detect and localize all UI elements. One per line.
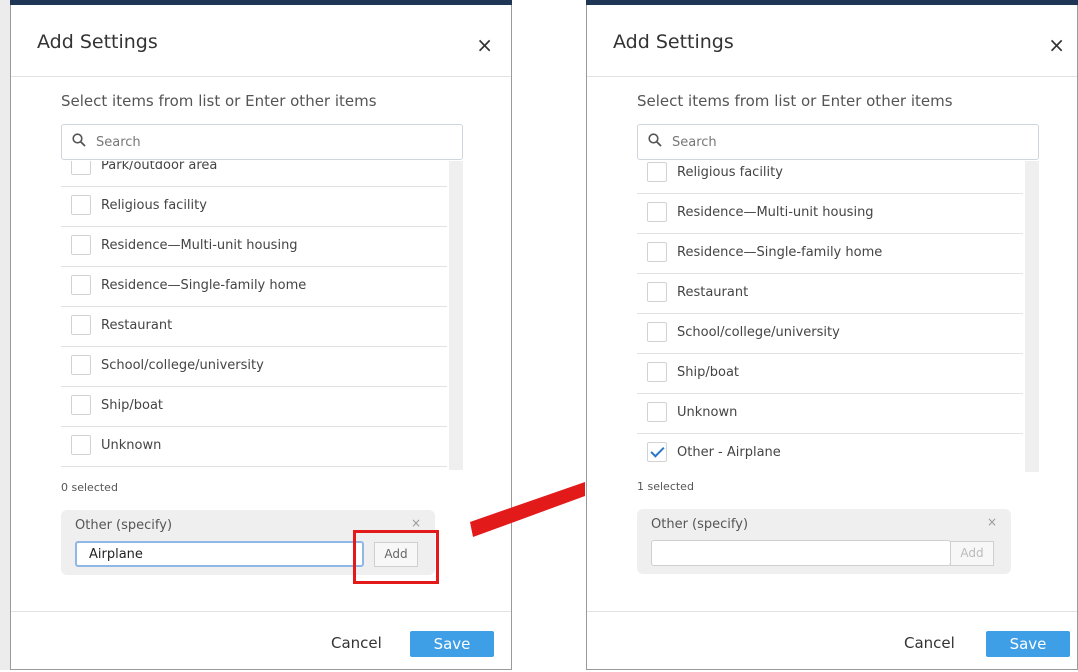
- list-item-label: Religious facility: [101, 198, 207, 213]
- list-item[interactable]: Ship/boat: [61, 387, 447, 427]
- save-button[interactable]: Save: [986, 631, 1070, 657]
- other-specify-input[interactable]: [75, 541, 364, 567]
- checkbox[interactable]: [647, 282, 667, 302]
- cancel-button[interactable]: Cancel: [904, 634, 955, 652]
- list-item[interactable]: Restaurant: [637, 274, 1023, 314]
- list-item[interactable]: Unknown: [61, 427, 447, 467]
- search-placeholder: Search: [672, 135, 717, 150]
- list-item[interactable]: Unknown: [637, 394, 1023, 434]
- dialog-header: Add Settings ×: [11, 1, 511, 77]
- list-item-label: Park/outdoor area: [101, 161, 218, 173]
- other-specify-label: Other (specify): [651, 517, 749, 532]
- search-input[interactable]: Search: [61, 124, 463, 160]
- list-item-label: School/college/university: [677, 325, 840, 340]
- checkbox[interactable]: [647, 162, 667, 182]
- checkbox[interactable]: [71, 315, 91, 335]
- checkbox[interactable]: [71, 161, 91, 175]
- dialog-title: Add Settings: [37, 31, 158, 53]
- list-item-label: Restaurant: [101, 318, 173, 333]
- checkbox[interactable]: [71, 275, 91, 295]
- list-item-label: Residence—Single-family home: [101, 278, 307, 293]
- dialog-instructions: Select items from list or Enter other it…: [61, 92, 377, 110]
- arrow-annotation: [470, 482, 585, 537]
- scrollbar[interactable]: [1025, 161, 1039, 472]
- checkbox[interactable]: [647, 202, 667, 222]
- checkbox[interactable]: [71, 355, 91, 375]
- list-item[interactable]: Ship/boat: [637, 354, 1023, 394]
- list-item-label: Ship/boat: [101, 398, 164, 413]
- dialog-footer: Cancel Save: [587, 611, 1077, 672]
- clear-other-icon[interactable]: ×: [987, 515, 997, 529]
- add-settings-dialog-after: Add Settings × Select items from list or…: [586, 0, 1078, 670]
- search-icon: [648, 133, 662, 147]
- list-item-label: Residence—Single-family home: [677, 245, 883, 260]
- settings-list[interactable]: Unknown Ship/boat School/college/universit…: [61, 161, 463, 470]
- dialog-footer: Cancel Save: [11, 611, 511, 672]
- list-item[interactable]: Restaurant: [61, 307, 447, 347]
- list-item-label: Ship/boat: [677, 365, 740, 380]
- dialog-instructions: Select items from list or Enter other it…: [637, 92, 953, 110]
- add-button-highlight: [353, 530, 439, 584]
- cancel-button[interactable]: Cancel: [331, 634, 382, 652]
- search-input[interactable]: Search: [637, 124, 1039, 160]
- close-icon[interactable]: ×: [476, 35, 493, 55]
- checkbox[interactable]: [71, 395, 91, 415]
- list-item[interactable]: School/college/university: [61, 347, 447, 387]
- selected-count: 0 selected: [61, 481, 118, 494]
- checkbox[interactable]: [647, 402, 667, 422]
- background-window-edge: [570, 0, 586, 670]
- list-item[interactable]: Residence—Multi-unit housing: [637, 194, 1023, 234]
- list-item[interactable]: Residence—Multi-unit housing: [61, 227, 447, 267]
- other-specify-input[interactable]: [651, 540, 951, 566]
- dialog-header: Add Settings ×: [587, 1, 1077, 77]
- close-icon[interactable]: ×: [1048, 35, 1065, 55]
- list-item[interactable]: Religious facility: [637, 161, 1023, 194]
- list-item[interactable]: Residence—Single-family home: [637, 234, 1023, 274]
- clear-other-icon[interactable]: ×: [411, 516, 421, 530]
- dialog-title: Add Settings: [613, 31, 734, 53]
- checkbox[interactable]: [647, 242, 667, 262]
- list-item-label: Residence—Multi-unit housing: [677, 205, 874, 220]
- list-item-label: Unknown: [677, 405, 738, 420]
- save-button[interactable]: Save: [410, 631, 494, 657]
- checkbox[interactable]: [71, 435, 91, 455]
- scrollbar[interactable]: [449, 161, 463, 470]
- search-icon: [72, 133, 86, 147]
- selected-count: 1 selected: [637, 480, 694, 493]
- search-placeholder: Search: [96, 135, 141, 150]
- list-item[interactable]: Other - Airplane: [637, 434, 1023, 472]
- list-item-label: Religious facility: [677, 165, 783, 180]
- checkbox[interactable]: [71, 195, 91, 215]
- list-item[interactable]: Park/outdoor area: [61, 161, 447, 187]
- other-specify-label: Other (specify): [75, 518, 173, 533]
- checked-checkbox[interactable]: [647, 442, 667, 462]
- list-item-label: Other - Airplane: [677, 445, 781, 460]
- list-item-label: Unknown: [101, 438, 162, 453]
- add-button[interactable]: Add: [950, 541, 994, 566]
- list-item-label: Restaurant: [677, 285, 749, 300]
- list-item-label: Residence—Multi-unit housing: [101, 238, 298, 253]
- list-item[interactable]: Residence—Single-family home: [61, 267, 447, 307]
- checkbox[interactable]: [71, 235, 91, 255]
- checkbox[interactable]: [647, 362, 667, 382]
- list-item-label: School/college/university: [101, 358, 264, 373]
- list-item[interactable]: School/college/university: [637, 314, 1023, 354]
- list-item[interactable]: Religious facility: [61, 187, 447, 227]
- settings-list[interactable]: Other - Airplane Unknown Ship/boat School/c…: [637, 161, 1039, 472]
- checkbox[interactable]: [647, 322, 667, 342]
- other-specify-panel: Other (specify) × Add: [637, 509, 1011, 574]
